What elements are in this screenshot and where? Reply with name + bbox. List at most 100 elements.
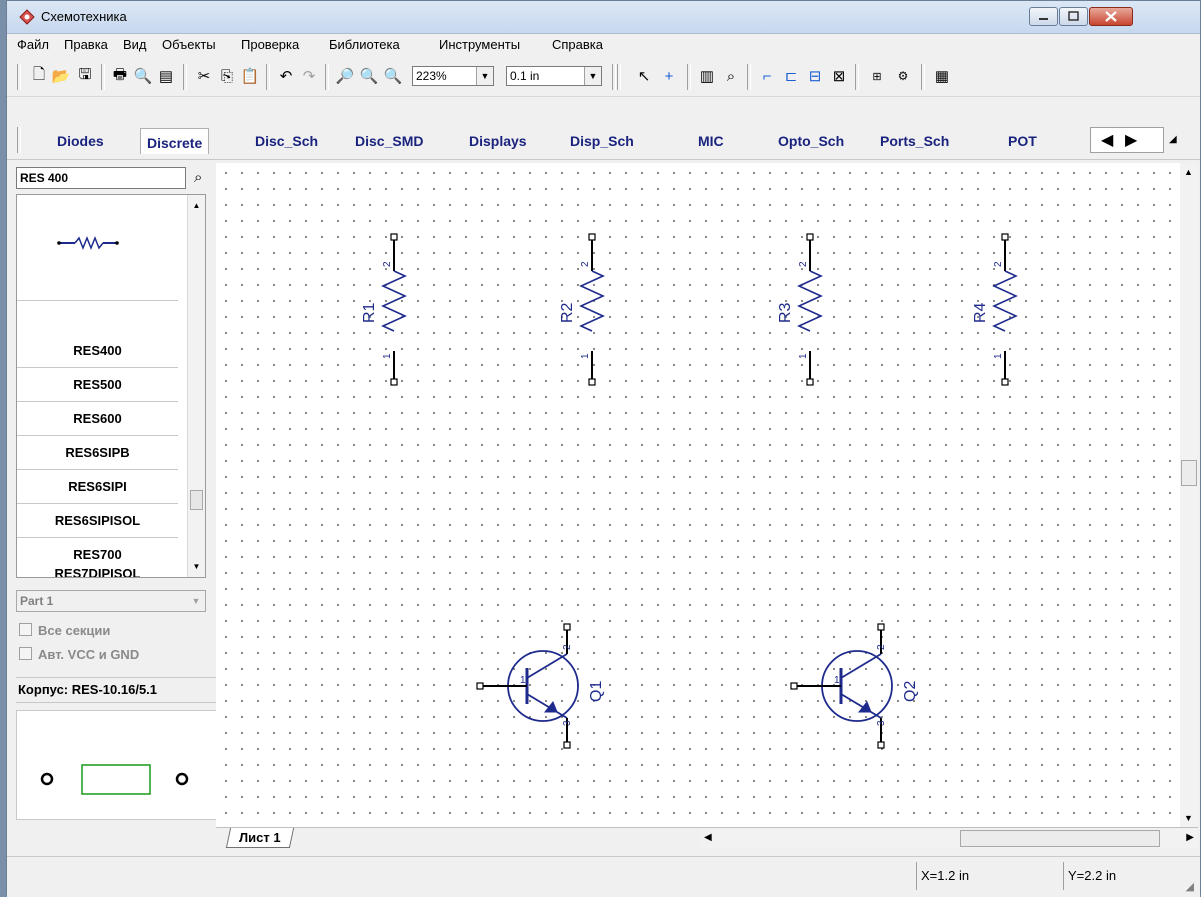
paste-button[interactable]: 📋 (240, 66, 260, 86)
zoom-combobox[interactable]: 223% ▼ (412, 66, 494, 86)
power-symbol-button[interactable]: ⊠ (829, 66, 849, 86)
scroll-up-icon[interactable]: ▲ (1184, 167, 1193, 177)
scroll-down-icon[interactable]: ▼ (1184, 813, 1193, 823)
redo-button[interactable]: ↷ (299, 66, 319, 86)
print-button[interactable]: 🖶 (110, 66, 130, 86)
binoculars-icon[interactable]: ⌕ (194, 169, 202, 186)
grid-value: 0.1 in (510, 69, 540, 83)
lib-tab-disc-sch[interactable]: Disc_Sch (255, 133, 318, 149)
list-item[interactable]: RES400 (17, 334, 178, 368)
lib-tab-displays[interactable]: Displays (469, 133, 527, 149)
minimize-button[interactable] (1029, 7, 1058, 26)
crosshair-tool-button[interactable]: + (659, 66, 679, 86)
lib-tab-diodes[interactable]: Diodes (57, 133, 104, 149)
list-item[interactable]: RES6SIPB (17, 436, 178, 470)
menu-help[interactable]: Справка (552, 37, 603, 52)
cut-button[interactable]: ✂ (194, 66, 214, 86)
library-menu-icon[interactable]: ◢ (1169, 134, 1177, 145)
transistor-symbol[interactable]: 1 2 3 Q2 (790, 623, 919, 749)
list-item[interactable]: RES6SIPISOL (17, 504, 178, 538)
new-file-button[interactable]: 🗋 (29, 66, 49, 86)
part-select[interactable]: Part 1 ▼ (16, 590, 206, 612)
emitter-line (840, 693, 882, 719)
zoom-in-button[interactable]: 🔎 (335, 66, 355, 86)
select-tool-button[interactable]: ↖ (634, 66, 654, 86)
scrollbar-thumb[interactable] (1181, 460, 1197, 486)
sheet-tab[interactable]: Лист 1 (225, 828, 294, 848)
pin-number-1: 1 (834, 675, 840, 686)
copy-icon: ⎘ (220, 67, 233, 85)
canvas-horizontal-scrollbar[interactable]: ◀ ▶ (700, 829, 1198, 848)
zoom-fit-button[interactable]: 🔍 (383, 66, 403, 86)
menu-edit[interactable]: Правка (64, 37, 108, 52)
resistor-preview-icon (57, 235, 119, 251)
copy-button[interactable]: ⎘ (217, 66, 237, 86)
save-button[interactable]: 🖫 (75, 66, 95, 86)
open-file-button[interactable]: 📂 (51, 66, 71, 86)
resistor-symbol[interactable]: 2 1 R4 (972, 233, 1018, 386)
find-button[interactable]: ⌕ (721, 66, 741, 86)
net-label-button[interactable]: ⊟ (805, 66, 825, 86)
scroll-left-icon[interactable]: ◀ (1101, 130, 1113, 150)
lib-tab-ports-sch[interactable]: Ports_Sch (880, 133, 949, 149)
auto-vcc-gnd-checkbox[interactable]: Авт. VCC и GND (19, 647, 139, 662)
list-item[interactable]: RES600 (17, 402, 178, 436)
new-file-icon: 🗋 (32, 65, 46, 83)
canvas-vertical-scrollbar[interactable]: ▲ ▼ (1180, 163, 1198, 827)
list-item[interactable]: RES500 (17, 368, 178, 402)
grid-combobox[interactable]: 0.1 in ▼ (506, 66, 602, 86)
chip-icon: ▥ (699, 68, 715, 85)
bus-tool-button[interactable]: ⊏ (781, 66, 801, 86)
zoom-out-button[interactable]: 🔍 (359, 66, 379, 86)
scroll-right-icon[interactable]: ▶ (1125, 130, 1137, 150)
emitter-arrow (543, 701, 558, 713)
scroll-right-icon[interactable]: ▶ (1186, 832, 1194, 843)
menu-tools[interactable]: Инструменты (439, 37, 520, 52)
all-sections-checkbox[interactable]: Все секции (19, 623, 110, 638)
report-button[interactable]: ▤ (156, 66, 176, 86)
list-item[interactable]: RES6SIPI (17, 470, 178, 504)
schematic-canvas[interactable]: 2 1 R1 2 1 R2 2 1 R3 2 1 R4 1 2 3 Q1 1 2 3 Q2 (216, 163, 1180, 827)
component-search-input[interactable]: RES 400 (16, 167, 186, 189)
lib-tab-discrete[interactable]: Discrete (140, 128, 210, 154)
toolbar-separator (17, 127, 21, 153)
wire-tool-button[interactable]: ⌐ (757, 66, 777, 86)
menu-objects[interactable]: Объекты (162, 37, 216, 52)
main-toolbar: 🗋 📂 🖫 🖶 🔍 ▤ ✂ ⎘ 📋 ↶ ↷ 🔎 🔍 🔍 223% ▼ 0.1 i… (7, 56, 1200, 97)
transistor-symbol[interactable]: 1 2 3 Q1 (476, 623, 605, 749)
scroll-down-icon[interactable]: ▼ (188, 558, 205, 575)
scrollbar-thumb[interactable] (190, 490, 203, 510)
lib-tab-opto-sch[interactable]: Opto_Sch (778, 133, 844, 149)
scrollbar-thumb[interactable] (960, 830, 1160, 847)
scroll-left-icon[interactable]: ◀ (704, 832, 712, 843)
resistor-symbol[interactable]: 2 1 R2 (559, 233, 605, 386)
menu-view[interactable]: Вид (123, 37, 147, 52)
library-tabs-bar: Diodes Discrete Disc_Sch Disc_SMD Displa… (7, 123, 1200, 160)
resistor-symbol[interactable]: 2 1 R3 (777, 233, 823, 386)
maximize-button[interactable] (1059, 7, 1088, 26)
component-button[interactable]: ▥ (697, 66, 717, 86)
minimize-icon (1039, 18, 1048, 20)
print-preview-button[interactable]: 🔍 (133, 66, 153, 86)
lib-tab-disp-sch[interactable]: Disp_Sch (570, 133, 634, 149)
scroll-up-icon[interactable]: ▲ (188, 197, 205, 214)
table-button[interactable]: ▦ (932, 66, 952, 86)
list-item[interactable]: RES7DIPISOL (17, 561, 178, 577)
hierarchy-button[interactable]: ⊞ (867, 66, 887, 86)
lib-tab-pot[interactable]: POT (1008, 133, 1037, 149)
close-button[interactable] (1089, 7, 1133, 26)
pin-number-3: 3 (876, 720, 887, 726)
pin-terminal (563, 741, 571, 749)
menu-library[interactable]: Библиотека (329, 37, 400, 52)
component-list-scrollbar[interactable]: ▲ ▼ (187, 195, 205, 577)
lib-tab-disc-smd[interactable]: Disc_SMD (355, 133, 423, 149)
undo-button[interactable]: ↶ (276, 66, 296, 86)
menu-file[interactable]: Файл (17, 37, 49, 52)
toolbar-separator (17, 64, 21, 90)
resize-grip-icon[interactable]: ◢ (1186, 880, 1194, 893)
menu-check[interactable]: Проверка (241, 37, 299, 52)
hdl-button[interactable]: ⚙ (893, 66, 913, 86)
collector-line (526, 653, 568, 679)
resistor-symbol[interactable]: 2 1 R1 (361, 233, 407, 386)
lib-tab-mic[interactable]: MIC (698, 133, 724, 149)
